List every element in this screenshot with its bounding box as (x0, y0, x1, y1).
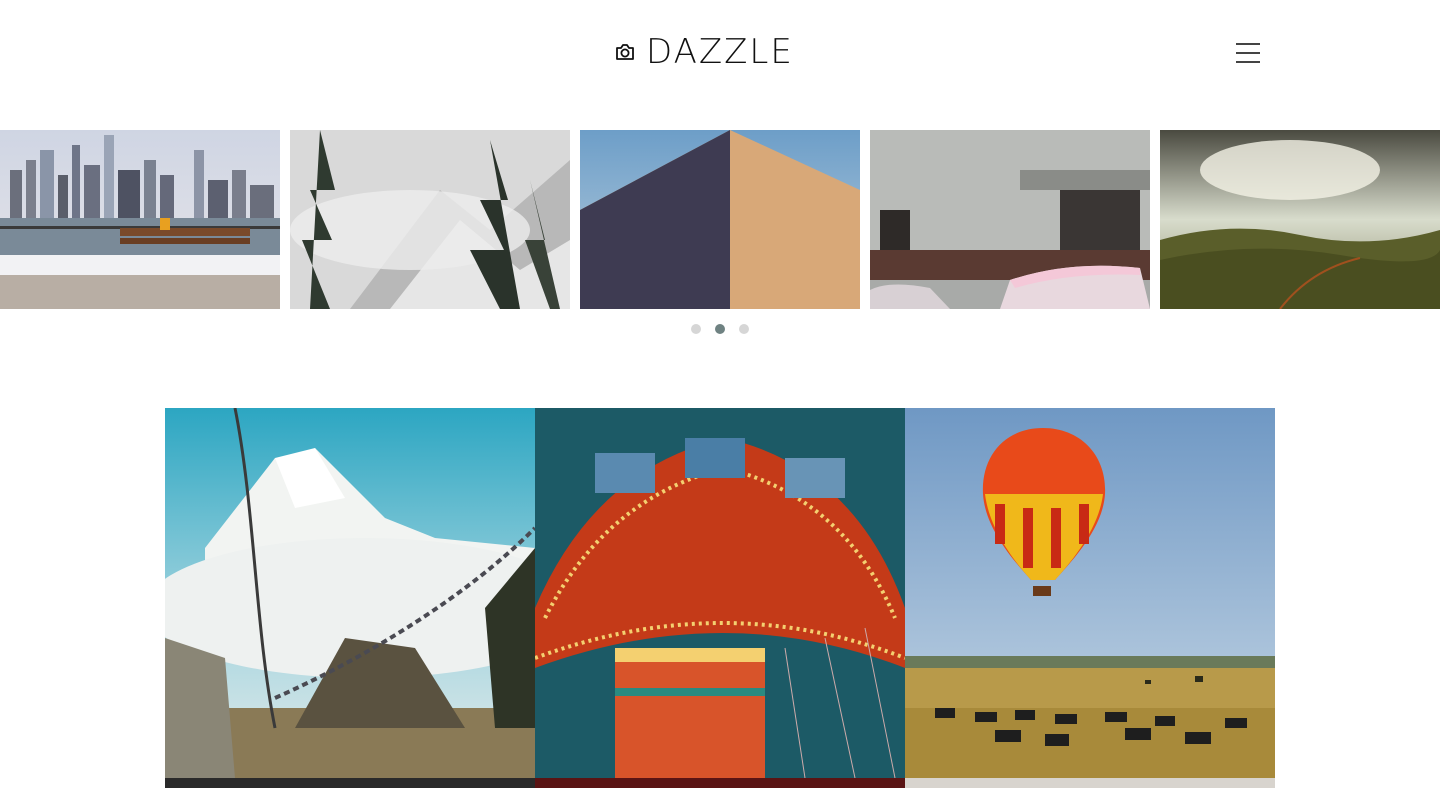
brand-name: DAZZLE (646, 32, 794, 72)
gallery-tile-mountain[interactable] (165, 408, 535, 778)
carousel-slide-dune[interactable] (580, 130, 860, 309)
gallery-tile-next-2[interactable] (535, 778, 905, 788)
brand-logo[interactable]: DAZZLE (614, 32, 794, 72)
camera-icon (616, 44, 634, 60)
gallery-tile-carnival[interactable] (535, 408, 905, 778)
carousel-dot-2[interactable] (715, 324, 725, 334)
carousel-slide-city[interactable] (0, 130, 280, 309)
hot-air-balloon-image (905, 408, 1275, 778)
hamburger-menu-icon[interactable] (1234, 40, 1262, 66)
gallery-tile-balloon[interactable] (905, 408, 1275, 778)
gallery-tile-next-1[interactable] (165, 778, 535, 788)
gallery-tile-next-3[interactable] (905, 778, 1275, 788)
old-building-image (870, 130, 1150, 309)
mountain-prayer-flags-image (165, 408, 535, 778)
snowy-mountain-image (290, 130, 570, 309)
carousel-slide-valley[interactable] (1160, 130, 1440, 309)
carousel-slide-building[interactable] (870, 130, 1150, 309)
photo-carousel[interactable] (0, 130, 1440, 309)
site-header: DAZZLE (0, 0, 1440, 104)
sand-dune-image (580, 130, 860, 309)
carnival-swing-ride-image (535, 408, 905, 778)
valley-sunlight-image (1160, 130, 1440, 309)
carousel-dot-1[interactable] (691, 324, 701, 334)
city-skyline-image (0, 130, 280, 309)
carousel-slide-mountain[interactable] (290, 130, 570, 309)
carousel-pagination (0, 324, 1440, 334)
photo-gallery (165, 408, 1275, 788)
carousel-dot-3[interactable] (739, 324, 749, 334)
